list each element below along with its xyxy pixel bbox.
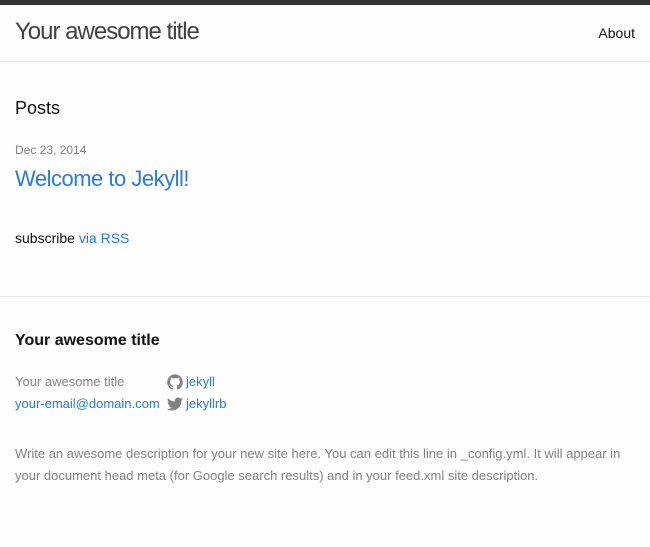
twitter-icon xyxy=(167,397,183,411)
twitter-username: jekyllrb xyxy=(186,396,227,411)
footer-heading: Your awesome title xyxy=(15,332,160,349)
footer-contact: Your awesome title your-email@domain.com xyxy=(15,371,160,415)
twitter-link[interactable]: jekyllrb xyxy=(167,393,226,415)
github-icon xyxy=(167,374,183,390)
site-header: Your awesome title About xyxy=(0,0,650,62)
site-nav: About xyxy=(598,25,635,41)
rss-subscribe: subscribe via RSS xyxy=(15,230,129,246)
nav-link-about[interactable]: About xyxy=(598,25,635,41)
footer-email-link[interactable]: your-email@domain.com xyxy=(15,393,160,415)
site-footer: Your awesome title Your awesome title yo… xyxy=(0,296,650,547)
post-title-link[interactable]: Welcome to Jekyll! xyxy=(15,166,189,192)
site-title-link[interactable]: Your awesome title xyxy=(15,18,200,46)
site-description: Write an awesome description for your ne… xyxy=(15,446,621,483)
page-heading: Posts xyxy=(15,98,61,118)
github-username: jekyll xyxy=(186,374,215,389)
footer-name: Your awesome title xyxy=(15,374,125,389)
rss-link[interactable]: via RSS xyxy=(79,230,130,246)
rss-prefix: subscribe xyxy=(15,230,75,246)
page-content: Posts Dec 23, 2014 Welcome to Jekyll! su… xyxy=(0,62,650,296)
post-date: Dec 23, 2014 xyxy=(15,143,87,157)
footer-social: jekyll jekyllrb xyxy=(167,371,226,415)
github-link[interactable]: jekyll xyxy=(167,371,226,393)
